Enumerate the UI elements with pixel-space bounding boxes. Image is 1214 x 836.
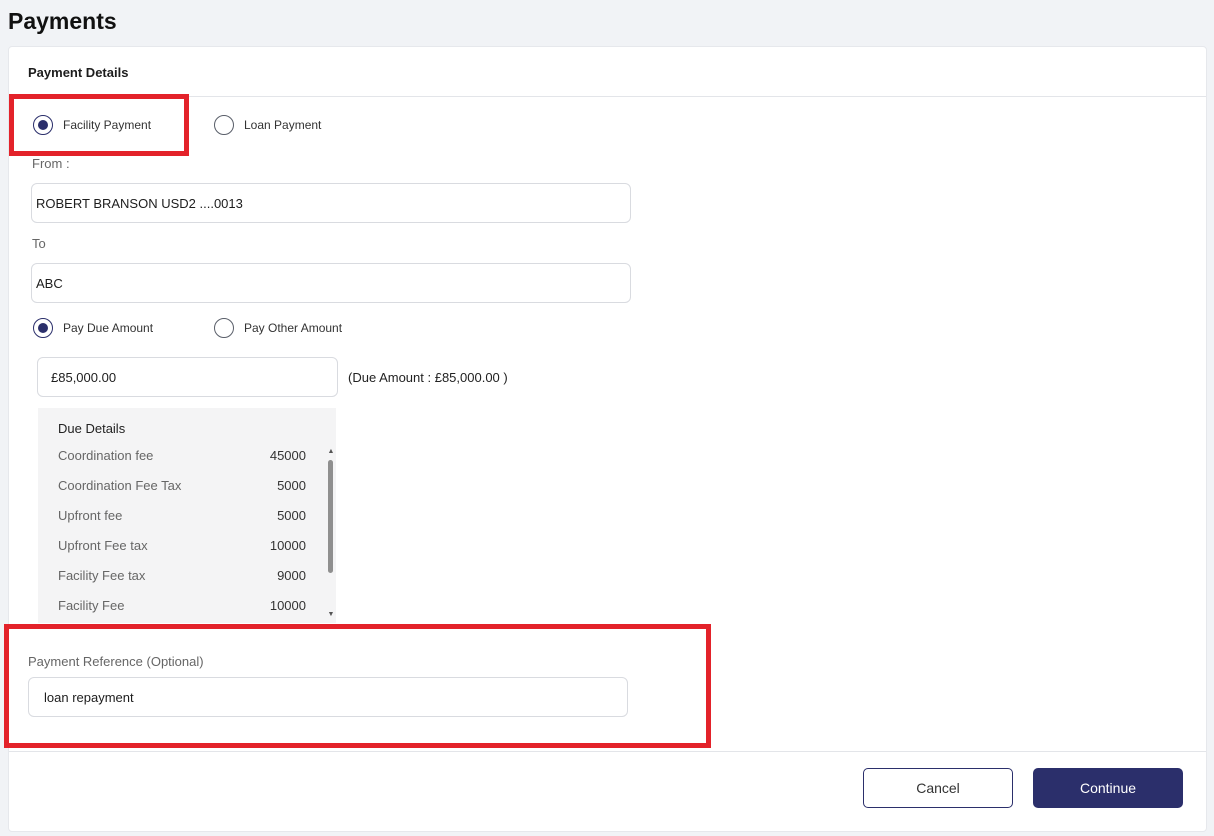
payment-details-card: Payment Details Facility Payment Loan Pa… [8,46,1207,832]
due-details-panel[interactable]: Due Details Coordination fee 45000 Coord… [38,408,336,623]
pay-due-amount-radio[interactable]: Pay Due Amount [33,318,153,338]
amount-type-group-2: Pay Other Amount [214,318,342,338]
to-label: To [32,236,46,251]
due-row: Upfront Fee tax 10000 [58,530,306,560]
due-row: Facility Fee 10000 [58,590,306,620]
due-row: Coordination Fee Tax 5000 [58,470,306,500]
facility-payment-radio[interactable]: Facility Payment [33,115,151,135]
from-account-field[interactable]: ROBERT BRANSON USD2 ....0013 [31,183,631,223]
pay-other-amount-label: Pay Other Amount [244,321,343,335]
payment-reference-label: Payment Reference (Optional) [28,654,204,669]
due-details-scrollbar[interactable]: ▲ ▼ [326,448,336,620]
radio-checked-icon [33,318,53,338]
loan-payment-label: Loan Payment [244,118,322,132]
due-row-amount: 9000 [277,567,306,583]
due-row-amount: 5000 [277,477,306,493]
amount-input[interactable]: £85,000.00 [37,357,338,397]
due-row-amount: 45000 [269,447,306,463]
due-row-label: Facility Fee [58,597,125,613]
due-row: Upfront fee 5000 [58,500,306,530]
due-row-label: Upfront fee [58,507,123,523]
scroll-down-arrow-icon[interactable]: ▼ [327,611,335,619]
scroll-up-arrow-icon[interactable]: ▲ [327,448,335,456]
payment-reference-value: loan repayment [44,689,134,705]
due-row-label: Coordination fee [58,447,154,463]
facility-payment-label: Facility Payment [63,118,152,132]
due-row-amount: 5000 [277,507,306,523]
pay-other-amount-radio[interactable]: Pay Other Amount [214,318,342,338]
amount-value: £85,000.00 [51,369,117,385]
to-account-field[interactable]: ABC [31,263,631,303]
scroll-thumb[interactable] [328,460,333,573]
due-row-label: Upfront Fee tax [58,537,148,553]
payment-type-group-2: Loan Payment [214,115,321,135]
radio-unchecked-icon [214,318,234,338]
from-label: From : [32,156,70,171]
due-row-amount: 10000 [269,537,306,553]
payment-type-group: Facility Payment [33,115,151,135]
due-row-amount: 10000 [269,597,306,613]
from-account-value: ROBERT BRANSON USD2 ....0013 [36,195,243,211]
pay-due-amount-label: Pay Due Amount [63,321,154,335]
loan-payment-radio[interactable]: Loan Payment [214,115,321,135]
due-row-label: Facility Fee tax [58,567,146,583]
card-footer: Cancel Continue [9,751,1206,833]
page-title: Payments [8,8,117,34]
radio-checked-icon [33,115,53,135]
amount-type-group: Pay Due Amount [33,318,153,338]
due-row-label: Coordination Fee Tax [58,477,182,493]
due-row: Facility Fee tax 9000 [58,560,306,590]
continue-button[interactable]: Continue [1033,768,1183,808]
due-amount-note: (Due Amount : £85,000.00 ) [348,370,508,385]
payment-reference-input[interactable]: loan repayment [28,677,628,717]
due-details-title: Due Details [58,421,126,436]
radio-unchecked-icon [214,115,234,135]
card-header: Payment Details [9,47,1206,97]
to-account-value: ABC [36,275,63,291]
cancel-button[interactable]: Cancel [863,768,1013,808]
due-row: Coordination fee 45000 [58,440,306,470]
card-header-title: Payment Details [28,65,129,80]
